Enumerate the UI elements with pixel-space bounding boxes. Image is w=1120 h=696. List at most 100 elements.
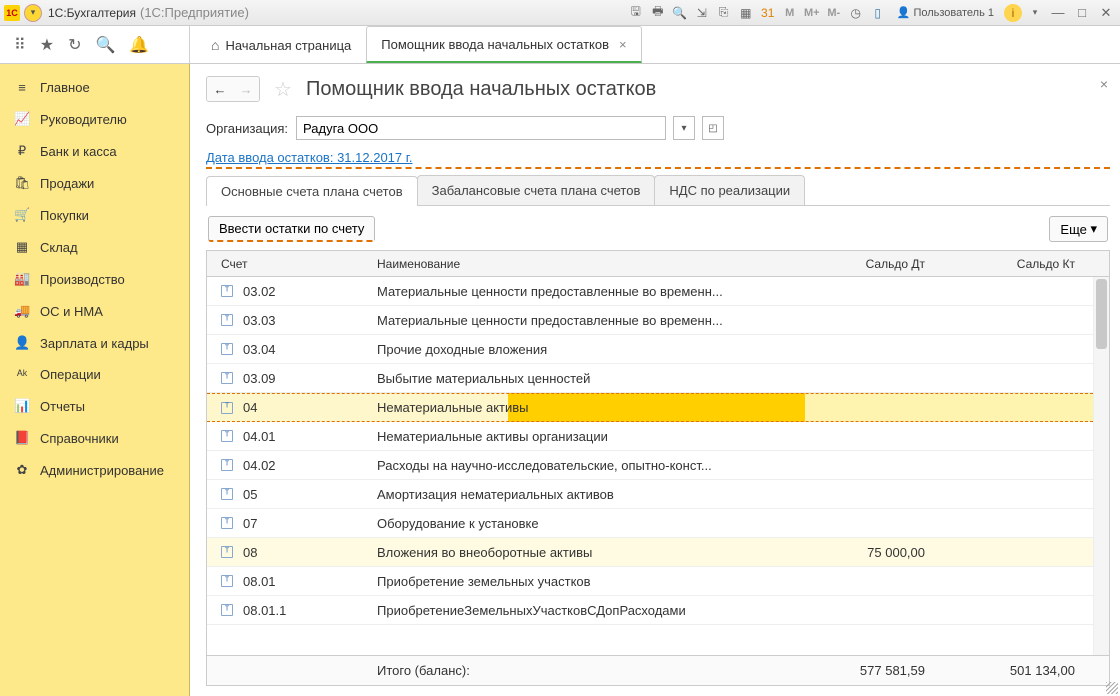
nav-back[interactable]: ←	[207, 77, 233, 101]
table-row[interactable]: ᵀ05Амортизация нематериальных активов	[207, 480, 1093, 509]
close-page-button[interactable]: ×	[1100, 76, 1108, 92]
col-account[interactable]: Счет	[207, 257, 367, 271]
close-button[interactable]: ✕	[1096, 5, 1116, 21]
compare-icon[interactable]: ⇲	[693, 4, 711, 22]
date-icon[interactable]: 31	[759, 4, 777, 22]
org-input[interactable]	[296, 116, 666, 140]
user-label[interactable]: 👤Пользователь 1	[897, 6, 994, 19]
sub-tab-offbalance[interactable]: Забалансовые счета плана счетов	[417, 175, 656, 205]
scroll-thumb[interactable]	[1096, 279, 1107, 349]
save-icon[interactable]: 🖫	[627, 4, 645, 22]
copy-icon[interactable]: ⎘	[715, 4, 733, 22]
tab-close-icon[interactable]: ×	[619, 37, 627, 52]
sidebar-item-8[interactable]: 👤Зарплата и кадры	[0, 327, 189, 359]
sidebar-item-3[interactable]: 🛍Продажи	[0, 167, 189, 199]
notifications-icon[interactable]: 🔔	[129, 35, 149, 55]
row-icon: ᵀ	[221, 517, 233, 529]
sidebar-item-10[interactable]: 📊Отчеты	[0, 390, 189, 422]
sidebar-item-6[interactable]: 🏭 Производство	[0, 263, 189, 295]
sidebar-label: Справочники	[40, 431, 119, 446]
app-icon: 1C	[4, 5, 20, 21]
col-name[interactable]: Наименование	[367, 257, 778, 271]
table-row[interactable]: ᵀ04Нематериальные активы	[207, 393, 1093, 422]
table-row[interactable]: ᵀ04.01Нематериальные активы организации	[207, 422, 1093, 451]
sidebar-icon: ≡	[14, 80, 30, 95]
info-dropdown[interactable]: ▾	[1026, 4, 1044, 22]
sidebar-label: Администрирование	[40, 463, 164, 478]
sidebar-item-5[interactable]: ▦Склад	[0, 231, 189, 263]
content-area: × ← → ☆ Помощник ввода начальных остатко…	[190, 64, 1120, 696]
sidebar-item-1[interactable]: 📈Руководителю	[0, 103, 189, 135]
minimize-button[interactable]: —	[1048, 5, 1068, 21]
clock-icon[interactable]: ◷	[847, 4, 865, 22]
row-name: Нематериальные активы	[367, 400, 778, 415]
preview-icon[interactable]: 🔍	[671, 4, 689, 22]
table-row[interactable]: ᵀ03.04Прочие доходные вложения	[207, 335, 1093, 364]
org-dropdown[interactable]: ▾	[673, 116, 695, 140]
sidebar-label: Производство	[40, 272, 125, 287]
apps-icon[interactable]: ⠿	[14, 35, 26, 55]
resize-handle[interactable]	[1106, 682, 1118, 694]
table-row[interactable]: ᵀ04.02Расходы на научно-исследовательски…	[207, 451, 1093, 480]
row-name: Прочие доходные вложения	[367, 342, 778, 357]
panel-icon[interactable]: ▯	[869, 4, 887, 22]
enter-balances-button[interactable]: Ввести остатки по счету	[208, 216, 375, 242]
calendar-icon[interactable]: ▦	[737, 4, 755, 22]
tab-home-label: Начальная страница	[225, 38, 351, 53]
sidebar-item-11[interactable]: 📕Справочники	[0, 422, 189, 454]
row-icon: ᵀ	[221, 430, 233, 442]
sidebar-item-0[interactable]: ≡Главное	[0, 72, 189, 103]
print-icon[interactable]: 🖶	[649, 4, 667, 22]
table-row[interactable]: ᵀ03.03Материальные ценности предоставлен…	[207, 306, 1093, 335]
table-row[interactable]: ᵀ07Оборудование к установке	[207, 509, 1093, 538]
sub-tabs: Основные счета плана счетов Забалансовые…	[206, 175, 1110, 206]
sub-tab-main[interactable]: Основные счета плана счетов	[206, 176, 418, 206]
favorite-star[interactable]: ☆	[274, 77, 292, 102]
row-account: 04.02	[243, 458, 367, 473]
row-account: 08.01.1	[243, 603, 367, 618]
table-row[interactable]: ᵀ08.01.1ПриобретениеЗемельныхУчастковСДо…	[207, 596, 1093, 625]
sidebar-item-12[interactable]: ✿Администрирование	[0, 454, 189, 486]
scrollbar[interactable]	[1093, 277, 1109, 655]
sidebar-item-7[interactable]: 🚚 ОС и НМА	[0, 295, 189, 327]
col-debit[interactable]: Сальдо Дт	[778, 257, 943, 271]
sidebar-icon: 🏭	[14, 271, 30, 287]
sidebar-icon: 🚚	[14, 303, 30, 319]
table-row[interactable]: ᵀ08Вложения во внеоборотные активы75 000…	[207, 538, 1093, 567]
org-label: Организация:	[206, 121, 288, 136]
col-credit[interactable]: Сальдо Кт	[943, 257, 1093, 271]
org-open[interactable]: ◰	[702, 116, 724, 140]
date-link[interactable]: Дата ввода остатков: 31.12.2017 г.	[206, 150, 1110, 169]
memory-m[interactable]: M	[781, 4, 799, 22]
app-title: 1С:Бухгалтерия	[48, 6, 136, 20]
favorite-icon[interactable]: ★	[40, 35, 54, 55]
sidebar: ≡Главное📈Руководителю₽Банк и касса🛍Прода…	[0, 64, 190, 696]
info-icon[interactable]: i	[1004, 4, 1022, 22]
more-button[interactable]: Еще ▾	[1049, 216, 1108, 242]
sidebar-label: Покупки	[40, 208, 89, 223]
history-icon[interactable]: ↻	[68, 35, 81, 55]
table-row[interactable]: ᵀ08.01Приобретение земельных участков	[207, 567, 1093, 596]
sub-tab-vat[interactable]: НДС по реализации	[654, 175, 805, 205]
sidebar-item-2[interactable]: ₽Банк и касса	[0, 135, 189, 167]
main-tabs: ⌂ Начальная страница Помощник ввода нача…	[190, 26, 1120, 63]
sidebar-item-4[interactable]: 🛒Покупки	[0, 199, 189, 231]
nav-forward[interactable]: →	[233, 77, 259, 101]
tab-assistant[interactable]: Помощник ввода начальных остатков ×	[366, 26, 641, 63]
sidebar-label: Отчеты	[40, 399, 85, 414]
quick-tools: ⠿ ★ ↻ 🔍 🔔	[0, 26, 190, 63]
sidebar-label: ОС и НМА	[40, 304, 103, 319]
memory-mplus[interactable]: M+	[803, 4, 821, 22]
memory-mminus[interactable]: M-	[825, 4, 843, 22]
sidebar-icon: ᴬᵏ	[14, 367, 30, 382]
tab-home[interactable]: ⌂ Начальная страница	[196, 26, 366, 63]
row-name: Материальные ценности предоставленные во…	[367, 313, 778, 328]
table-row[interactable]: ᵀ03.09Выбытие материальных ценностей	[207, 364, 1093, 393]
home-icon: ⌂	[211, 37, 219, 53]
table-row[interactable]: ᵀ03.02Материальные ценности предоставлен…	[207, 277, 1093, 306]
sidebar-item-9[interactable]: ᴬᵏОперации	[0, 359, 189, 390]
app-menu-dropdown[interactable]: ▾	[24, 4, 42, 22]
maximize-button[interactable]: □	[1072, 5, 1092, 21]
row-account: 03.04	[243, 342, 367, 357]
search-icon[interactable]: 🔍	[95, 35, 115, 55]
